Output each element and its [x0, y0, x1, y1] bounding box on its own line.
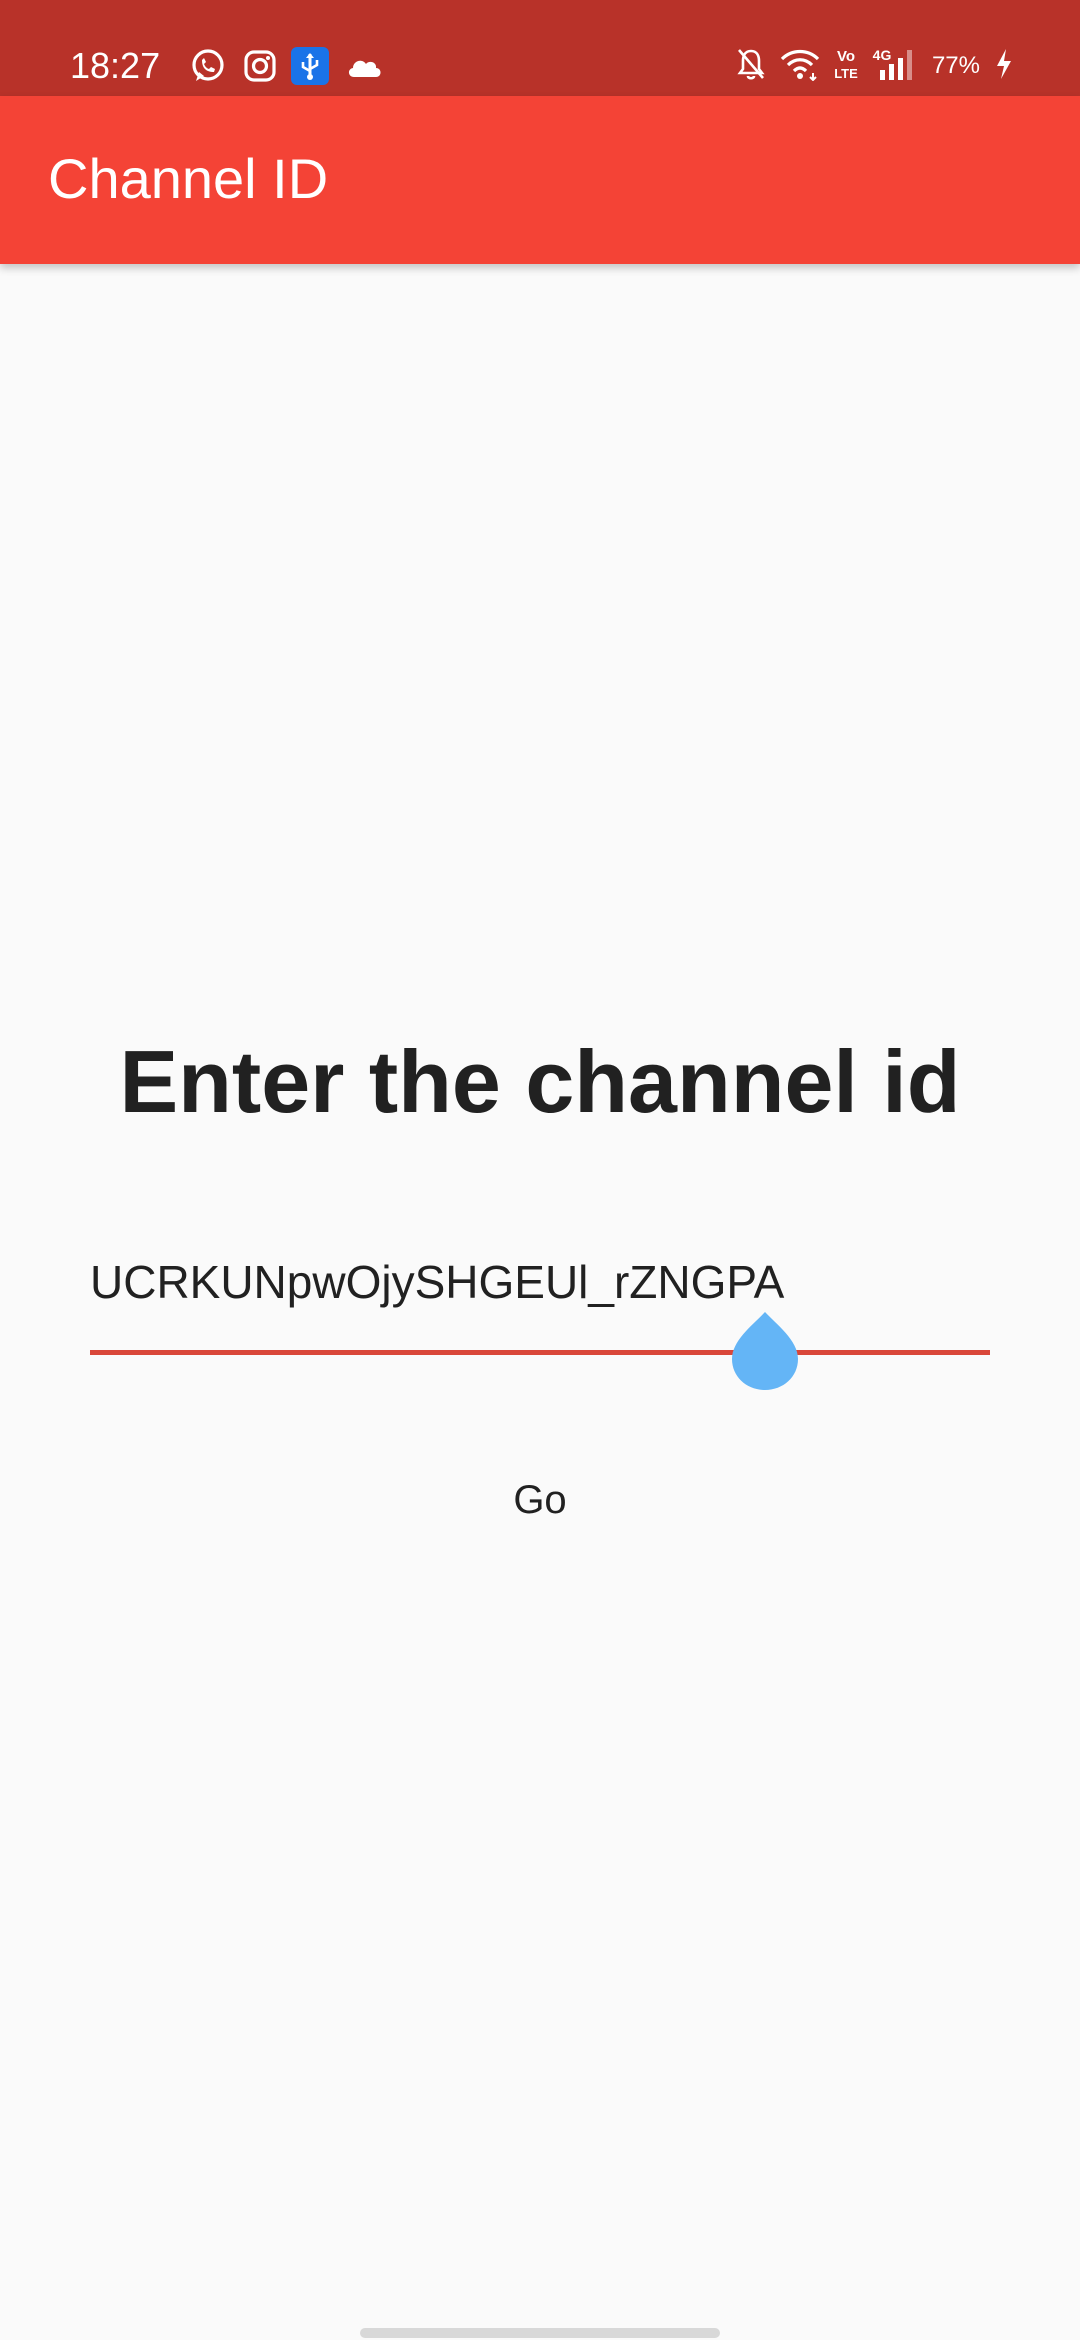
app-bar: Channel ID: [0, 96, 1080, 264]
whatsapp-icon: [188, 46, 228, 86]
app-title: Channel ID: [48, 147, 329, 210]
go-button[interactable]: Go: [460, 1448, 620, 1552]
status-time: 18:27: [70, 45, 161, 86]
status-bar: 18:27 Vo LTE 4G 77%: [0, 0, 1080, 96]
notifications-off-icon: [736, 47, 766, 86]
channel-id-input[interactable]: [90, 1250, 990, 1314]
volte-icon: Vo LTE: [834, 46, 858, 87]
status-right-group: Vo LTE 4G 77%: [736, 46, 1014, 86]
wifi-icon: [780, 47, 820, 86]
battery-text: 77%: [931, 52, 980, 79]
svg-text:Vo: Vo: [837, 48, 855, 65]
svg-text:4G: 4G: [873, 47, 892, 63]
page-heading: Enter the channel id: [119, 1032, 961, 1131]
signal-4g-icon: 4G: [872, 46, 918, 87]
text-cursor-handle[interactable]: [732, 1310, 798, 1392]
svg-text:LTE: LTE: [834, 66, 858, 81]
channel-id-field[interactable]: [90, 1250, 990, 1390]
input-underline: [90, 1350, 990, 1355]
usb-debug-icon: [290, 46, 330, 86]
cloud-icon: [344, 46, 384, 86]
gesture-navigation-bar[interactable]: [360, 2328, 720, 2338]
instagram-icon: [240, 46, 280, 86]
charging-icon: [994, 47, 1014, 86]
